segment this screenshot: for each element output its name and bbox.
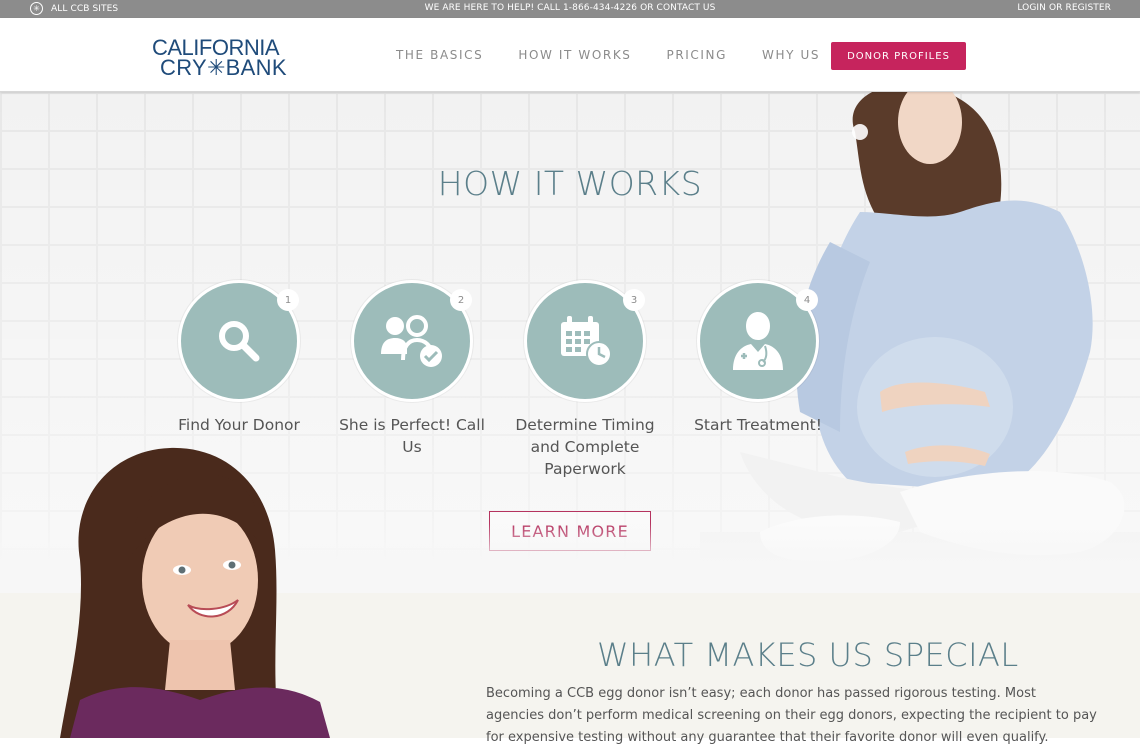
- doctor-icon: [733, 312, 783, 370]
- step-3[interactable]: 3 Determine Timing and Complete Paperwor…: [500, 280, 670, 480]
- logo[interactable]: CALIFORNIA CRY✳BANK: [152, 36, 287, 81]
- donor-woman-photo: [60, 447, 330, 738]
- step-1-circle[interactable]: 1: [178, 280, 300, 402]
- step-4[interactable]: 4 Start Treatment!: [673, 280, 843, 436]
- donor-profiles-button[interactable]: DONOR PROFILES: [831, 42, 966, 70]
- asterisk-icon: ✳: [30, 2, 43, 15]
- search-icon: [219, 321, 260, 362]
- step-1-label: Find Your Donor: [178, 416, 300, 434]
- calendar-clock-icon: [561, 316, 612, 367]
- nav-the-basics[interactable]: THE BASICS: [396, 48, 483, 62]
- logo-line-2: CRY✳BANK: [160, 55, 287, 81]
- step-4-circle[interactable]: 4: [697, 280, 819, 402]
- users-check-icon: [381, 315, 442, 367]
- step-1-badge: 1: [277, 289, 299, 311]
- step-1[interactable]: 1 Find Your Donor: [154, 280, 324, 436]
- step-4-label: Start Treatment!: [694, 416, 822, 434]
- section-paragraph: Becoming a CCB egg donor isn’t easy; eac…: [486, 686, 1097, 745]
- step-3-circle[interactable]: 3: [524, 280, 646, 402]
- all-sites-link[interactable]: ✳ ALL CCB SITES: [30, 2, 118, 15]
- nav-why-us[interactable]: WHY US: [762, 48, 820, 62]
- step-3-label: Determine Timing and Complete Paperwork: [515, 416, 655, 478]
- nav-how-it-works[interactable]: HOW IT WORKS: [518, 48, 631, 62]
- step-3-badge: 3: [623, 289, 645, 311]
- all-sites-label: ALL CCB SITES: [51, 3, 119, 14]
- step-2[interactable]: 2 She is Perfect! Call Us: [327, 280, 497, 458]
- step-4-badge: 4: [796, 289, 818, 311]
- nav-pricing[interactable]: PRICING: [667, 48, 728, 62]
- utility-bar: ✳ ALL CCB SITES WE ARE HERE TO HELP! CAL…: [0, 0, 1140, 18]
- login-register-link[interactable]: LOGIN OR REGISTER: [1017, 3, 1111, 13]
- hero-title: HOW IT WORKS: [437, 164, 703, 203]
- main-nav: THE BASICS HOW IT WORKS PRICING WHY US: [396, 48, 820, 62]
- site-header: CALIFORNIA CRY✳BANK THE BASICS HOW IT WO…: [0, 18, 1140, 92]
- step-2-circle[interactable]: 2: [351, 280, 473, 402]
- section-title: WHAT MAKES US SPECIAL: [597, 636, 1019, 674]
- help-text[interactable]: WE ARE HERE TO HELP! CALL 1-866-434-4226…: [0, 3, 1140, 13]
- step-2-badge: 2: [450, 289, 472, 311]
